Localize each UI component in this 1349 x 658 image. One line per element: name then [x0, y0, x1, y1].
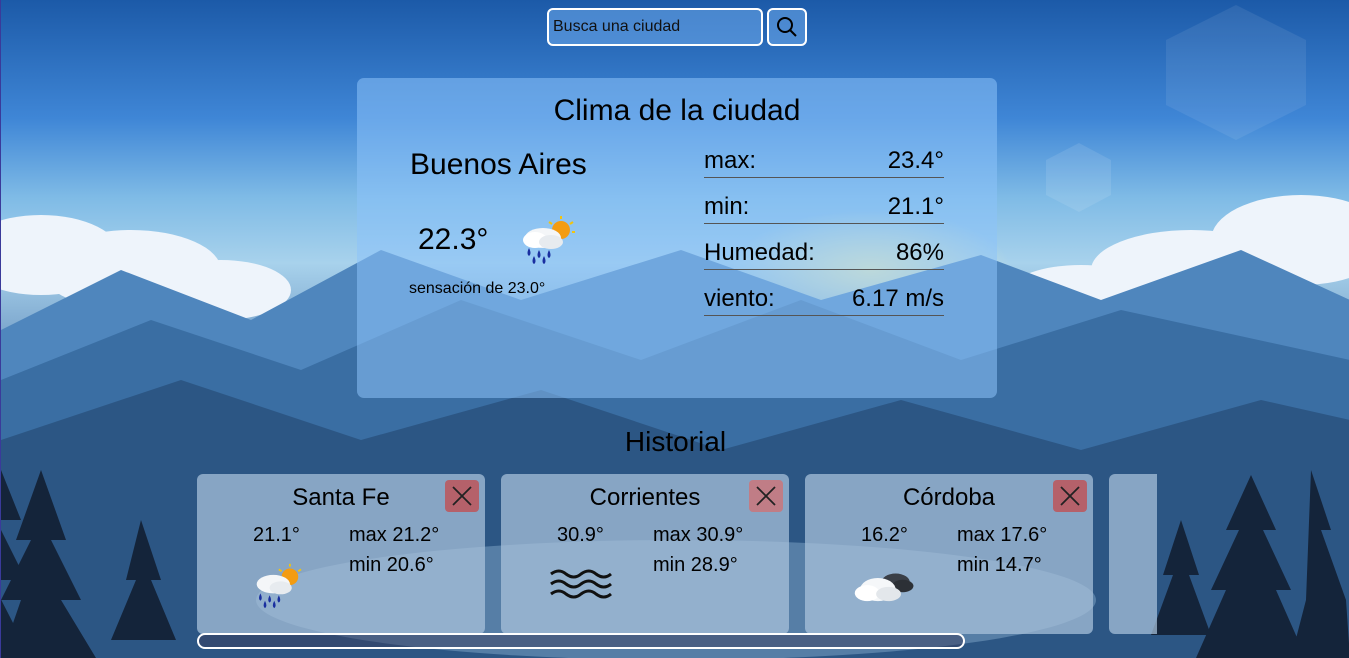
card-title: Clima de la ciudad — [553, 94, 801, 127]
history-temp: 21.1° — [253, 524, 300, 546]
history-city: Santa Fe — [292, 484, 390, 511]
delete-button[interactable] — [445, 480, 479, 512]
history-min: min 20.6° — [349, 554, 434, 576]
history-temp: 30.9° — [557, 524, 604, 546]
close-icon — [452, 486, 472, 506]
history-scrollbar[interactable] — [197, 633, 965, 649]
stat-value: 23.4° — [887, 147, 944, 174]
stat-max: max: 23.4° — [704, 144, 944, 178]
stat-label: max: — [704, 147, 757, 174]
current-temperature: 22.3° — [418, 223, 489, 256]
stat-value: 6.17 m/s — [851, 285, 944, 312]
delete-button[interactable] — [749, 480, 783, 512]
stat-wind: viento: 6.17 m/s — [704, 282, 944, 316]
search-icon — [777, 17, 797, 37]
stat-label: Humedad: — [704, 239, 815, 266]
search-input[interactable] — [547, 8, 763, 46]
history-card[interactable]: Córdoba 16.2° max 17.6° min 14.7° — [805, 474, 1093, 634]
stat-value: 86% — [895, 239, 944, 266]
history-card[interactable]: Santa Fe 21.1° max 21.2° min 20.6° — [197, 474, 485, 634]
weather-stats: max: 23.4° min: 21.1° Humedad: 86% vient… — [704, 144, 944, 328]
history-city: Córdoba — [902, 484, 996, 511]
history-card[interactable]: Corrientes 30.9° max 30.9° min 28.9° — [501, 474, 789, 634]
search-bar — [547, 8, 807, 46]
history-max: max 30.9° — [653, 524, 744, 546]
history-list: Santa Fe 21.1° max 21.2° min 20.6° Corri… — [197, 474, 1157, 636]
history-card[interactable] — [1109, 474, 1157, 634]
history-title: Historial — [624, 426, 727, 457]
current-weather-card: Clima de la ciudad Buenos Aires 22.3° se… — [357, 78, 997, 398]
feels-like: sensación de 23.0° — [409, 280, 546, 297]
search-button[interactable] — [767, 8, 807, 46]
delete-button[interactable] — [1053, 480, 1087, 512]
cloudy-icon — [854, 573, 914, 602]
stat-min: min: 21.1° — [704, 190, 944, 224]
history-max: max 21.2° — [349, 524, 440, 546]
mist-icon — [550, 569, 612, 599]
history-city: Corrientes — [589, 484, 701, 511]
close-icon — [1060, 486, 1080, 506]
rain-sun-icon — [523, 216, 575, 264]
stat-label: viento: — [704, 285, 775, 312]
history-min: min 14.7° — [957, 554, 1042, 576]
close-icon — [756, 486, 776, 506]
stat-label: min: — [704, 193, 750, 220]
history-min: min 28.9° — [653, 554, 738, 576]
city-name: Buenos Aires — [410, 148, 587, 181]
rain-sun-icon — [256, 563, 302, 609]
stat-value: 21.1° — [887, 193, 944, 220]
stat-humidity: Humedad: 86% — [704, 236, 944, 270]
history-max: max 17.6° — [957, 524, 1048, 546]
history-temp: 16.2° — [861, 524, 908, 546]
